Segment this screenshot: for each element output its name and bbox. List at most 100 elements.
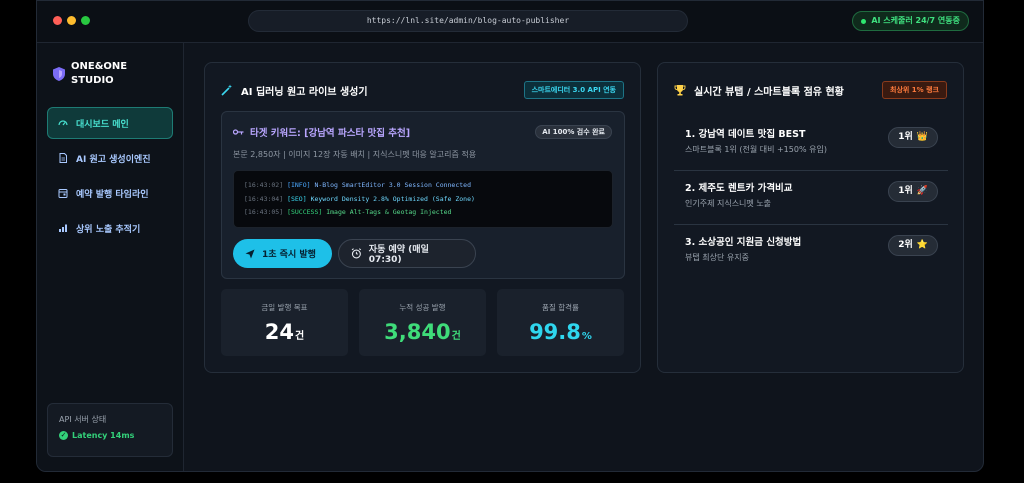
sidebar-item-label: 상위 노출 추적기 xyxy=(76,224,141,235)
target-keyword-card: 타겟 키워드: [강남역 파스타 맛집 추천] AI 100% 검수 완료 본문… xyxy=(221,111,625,279)
stat-card-quality-rate: 품질 합격률 99.8% xyxy=(497,289,624,356)
ranking-panel: 실시간 뷰탭 / 스마트블록 점유 현황 최상위 1% 랭크 1. 강남역 데이… xyxy=(657,62,964,373)
log-line: [16:43:05] [SUCCESS] Image Alt-Tags & Ge… xyxy=(244,206,602,220)
live-dot-icon xyxy=(861,18,867,24)
generator-panel: AI 딥러닝 원고 라이브 생성기 스마트에디터 3.0 API 연동 타겟 키… xyxy=(204,62,641,373)
article-meta: 본문 2,850자 | 이미지 12장 자동 배치 | 지식스니펫 대응 알고리… xyxy=(233,150,477,159)
target-keyword-text: 타겟 키워드: [강남역 파스타 맛집 추천] xyxy=(250,128,411,139)
title-bar: https://lnl.site/admin/blog-auto-publish… xyxy=(37,1,983,43)
rank-item-title: 3. 소상공인 지원금 신청방법 xyxy=(685,237,802,248)
stat-number: 3,840 xyxy=(384,320,451,344)
sidebar-item-label: AI 원고 생성이엔진 xyxy=(76,154,151,165)
rank-value: 2위 xyxy=(898,240,913,250)
rank-item-subtitle: 인기주제 지식스니펫 노출 xyxy=(685,199,772,208)
log-message: Image Alt-Tags & Geotag Injected xyxy=(326,208,452,216)
brand-line-1: ONE&ONE xyxy=(71,61,128,72)
log-tag: [SEO] xyxy=(287,194,307,203)
brand-logo[interactable]: ONE&ONE STUDIO xyxy=(53,60,127,88)
generator-header: AI 딥러닝 원고 라이브 생성기 스마트에디터 3.0 API 연동 xyxy=(221,81,624,99)
target-keyword-title: 타겟 키워드: [강남역 파스타 맛집 추천] xyxy=(233,125,410,139)
crown-icon: 👑 xyxy=(916,132,928,142)
check-circle-icon: ✓ xyxy=(59,431,68,440)
sidebar-item-dashboard[interactable]: 대시보드 메인 xyxy=(47,107,173,139)
key-icon xyxy=(233,129,244,135)
rank-badge: 2위 ⭐ xyxy=(888,235,938,256)
server-latency: ✓ Latency 14ms xyxy=(59,431,161,440)
sidebar-item-label: 대시보드 메인 xyxy=(76,119,129,130)
rank-item-title: 1. 강남역 데이트 맛집 BEST xyxy=(685,129,806,140)
log-tag: [SUCCESS] xyxy=(287,208,323,216)
review-complete-badge: AI 100% 검수 완료 xyxy=(535,125,612,139)
log-time: [16:43:02] xyxy=(244,181,284,189)
rank-item-subtitle: 스마트블록 1위 (전월 대비 +150% 유입) xyxy=(685,145,827,154)
document-icon xyxy=(59,153,67,163)
calendar-icon xyxy=(58,189,68,198)
sidebar-item-ai-engine[interactable]: AI 원고 생성이엔진 xyxy=(47,142,173,174)
list-item[interactable]: 2. 제주도 렌트카 가격비교 인기주제 지식스니펫 노출 1위 🚀 xyxy=(674,171,948,225)
log-tag: [INFO] xyxy=(287,181,311,189)
gauge-icon xyxy=(58,120,68,126)
stat-label: 품질 합격률 xyxy=(542,303,579,312)
sidebar-item-schedule[interactable]: 예약 발행 타임라인 xyxy=(47,177,173,209)
ranking-list: 1. 강남역 데이트 맛집 BEST 스마트블록 1위 (전월 대비 +150%… xyxy=(674,117,948,279)
stat-label: 금일 발행 목표 xyxy=(261,303,308,312)
stat-value: 3,840건 xyxy=(359,320,486,349)
send-icon xyxy=(245,249,255,258)
log-console: [16:43:02] [INFO] N-Blog SmartEditor 3.0… xyxy=(233,170,613,228)
address-bar[interactable]: https://lnl.site/admin/blog-auto-publish… xyxy=(248,10,688,32)
sidebar: ONE&ONE STUDIO 대시보드 메인 AI 원고 생성이엔진 예약 발행… xyxy=(37,43,184,471)
rank-value: 1위 xyxy=(898,132,913,142)
list-item[interactable]: 3. 소상공인 지원금 신청방법 뷰탭 최상단 유지중 2위 ⭐ xyxy=(674,225,948,279)
latency-value: Latency 14ms xyxy=(72,431,135,440)
log-time: [16:43:04] xyxy=(244,194,284,203)
rank-item-title: 2. 제주도 렌트카 가격비교 xyxy=(685,183,793,194)
stat-value: 24건 xyxy=(221,320,348,349)
stat-label: 누적 성공 발행 xyxy=(399,303,446,312)
list-item[interactable]: 1. 강남역 데이트 맛집 BEST 스마트블록 1위 (전월 대비 +150%… xyxy=(674,117,948,171)
auto-schedule-button[interactable]: 자동 예약 (매일 07:30) xyxy=(338,239,476,268)
sidebar-item-label: 예약 발행 타임라인 xyxy=(76,189,149,200)
maximize-window-button[interactable] xyxy=(81,16,90,25)
scheduler-status-text: AI 스케줄러 24/7 연동중 xyxy=(871,16,960,25)
minimize-window-button[interactable] xyxy=(67,16,76,25)
brand-line-2: STUDIO xyxy=(71,75,114,86)
stat-unit: 건 xyxy=(295,331,305,342)
star-icon: ⭐ xyxy=(916,240,928,250)
stat-card-total-success: 누적 성공 발행 3,840건 xyxy=(359,289,486,356)
shield-icon xyxy=(53,67,65,81)
stat-unit: 건 xyxy=(451,331,461,342)
rank-badge: 1위 👑 xyxy=(888,127,938,148)
sidebar-item-rank-tracker[interactable]: 상위 노출 추적기 xyxy=(47,212,173,244)
ranking-title: 실시간 뷰탭 / 스마트블록 점유 현황 xyxy=(694,86,844,98)
stat-number: 24 xyxy=(264,320,295,344)
magic-wand-icon xyxy=(221,84,232,96)
close-window-button[interactable] xyxy=(53,16,62,25)
log-line: [16:43:04] [SEO] Keyword Density 2.8% Op… xyxy=(244,193,602,207)
generator-title: AI 딥러닝 원고 라이브 생성기 xyxy=(241,86,368,98)
app-window: https://lnl.site/admin/blog-auto-publish… xyxy=(36,0,984,472)
log-time: [16:43:05] xyxy=(244,208,284,216)
trophy-icon xyxy=(674,85,686,96)
publish-now-button[interactable]: 1초 즉시 발행 xyxy=(233,239,332,268)
stat-unit: % xyxy=(581,331,592,342)
log-line: [16:43:02] [INFO] N-Blog SmartEditor 3.0… xyxy=(244,179,602,193)
auto-schedule-label: 자동 예약 (매일 07:30) xyxy=(368,245,429,265)
top-rank-badge: 최상위 1% 랭크 xyxy=(882,81,947,99)
log-message: Keyword Density 2.8% Optimized (Safe Zon… xyxy=(310,194,475,203)
stat-card-daily-target: 금일 발행 목표 24건 xyxy=(221,289,348,356)
rank-item-subtitle: 뷰탭 최상단 유지중 xyxy=(685,253,749,262)
log-message: N-Blog SmartEditor 3.0 Session Connected xyxy=(314,181,472,189)
server-status-label: API 서버 상태 xyxy=(59,415,107,424)
scheduler-status-badge: AI 스케줄러 24/7 연동중 xyxy=(852,11,969,31)
rank-value: 1위 xyxy=(898,186,913,196)
brand-name: ONE&ONE STUDIO xyxy=(71,60,127,88)
bar-chart-icon xyxy=(59,224,67,232)
stat-value: 99.8% xyxy=(497,320,624,349)
publish-now-label: 1초 즉시 발행 xyxy=(262,250,316,260)
api-link-badge: 스마트에디터 3.0 API 연동 xyxy=(523,81,624,99)
api-server-status: API 서버 상태 ✓ Latency 14ms xyxy=(47,403,173,457)
ranking-header: 실시간 뷰탭 / 스마트블록 점유 현황 최상위 1% 랭크 xyxy=(674,81,947,99)
stat-number: 99.8 xyxy=(529,320,581,344)
alarm-clock-icon xyxy=(351,248,362,259)
rocket-icon: 🚀 xyxy=(916,186,928,196)
